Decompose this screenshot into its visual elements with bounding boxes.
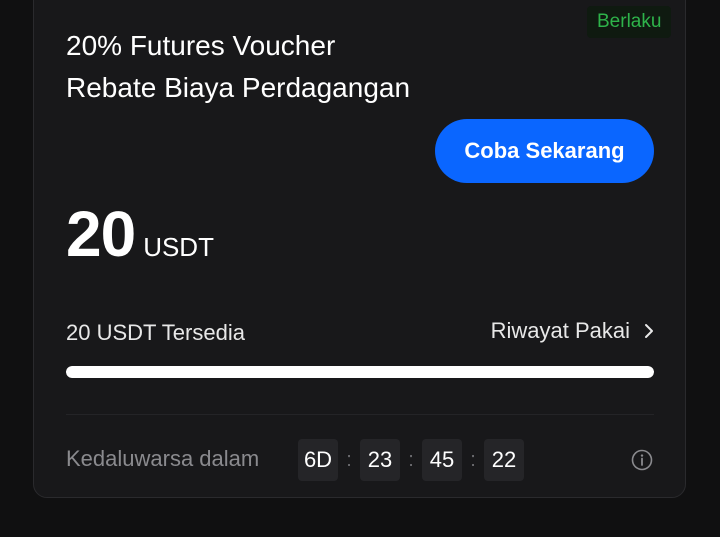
- voucher-title: 20% Futures Voucher Rebate Biaya Perdaga…: [66, 30, 411, 103]
- voucher-amount: 20 USDT: [66, 197, 214, 271]
- balance-progress-fill: [66, 366, 654, 378]
- countdown-separator: :: [470, 448, 476, 471]
- countdown-separator: :: [346, 448, 352, 471]
- usage-history-label: Riwayat Pakai: [490, 318, 630, 343]
- available-balance: 20 USDT Tersedia: [66, 320, 245, 345]
- countdown-minutes: 45: [422, 439, 462, 481]
- chevron-right-icon: [645, 324, 653, 338]
- amount-unit: USDT: [143, 232, 214, 262]
- amount-value: 20: [66, 198, 136, 270]
- balance-progress-bar: [66, 366, 654, 378]
- divider: [66, 414, 654, 415]
- countdown-hours: 23: [360, 439, 400, 481]
- expiry-countdown: 6D : 23 : 45 : 22: [298, 439, 524, 481]
- status-badge: Berlaku: [587, 6, 672, 38]
- countdown-separator: :: [408, 448, 414, 471]
- info-icon[interactable]: [631, 449, 653, 471]
- try-now-button[interactable]: Coba Sekarang: [435, 119, 654, 183]
- countdown-seconds: 22: [484, 439, 524, 481]
- countdown-days: 6D: [298, 439, 338, 481]
- usage-history-link[interactable]: Riwayat Pakai: [491, 318, 654, 344]
- expiry-label: Kedaluwarsa dalam: [66, 446, 260, 471]
